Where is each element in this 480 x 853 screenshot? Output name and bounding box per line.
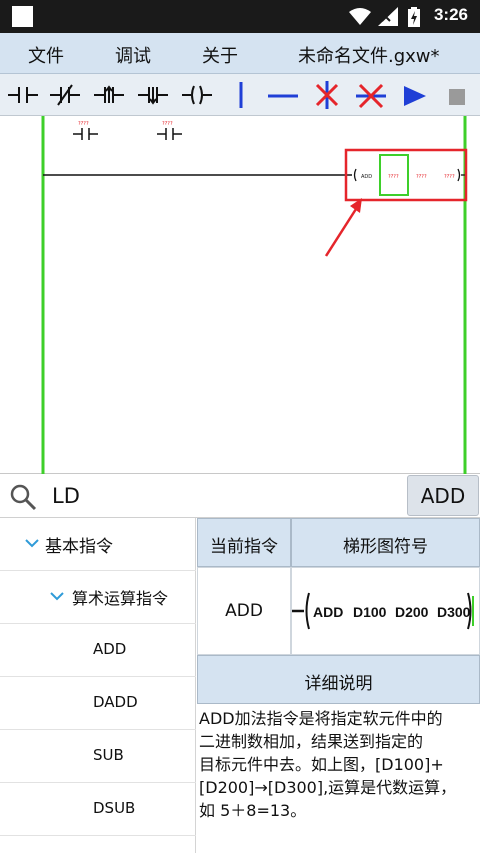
chevron-down-icon xyxy=(50,592,64,601)
operand-2: ???? xyxy=(416,174,427,180)
current-instruction-cell: ADD xyxy=(197,567,291,655)
instruction-name: ADD xyxy=(361,174,372,180)
tree-subcategory-arithmetic[interactable]: 算术运算指令 xyxy=(0,571,196,624)
description-line: 如 5＋8=13。 xyxy=(199,801,307,820)
ladder-symbol-cell: ADD D100 D200 D300 xyxy=(291,567,480,655)
tree-item-label: ADD xyxy=(93,640,127,658)
ladder-symbol-diagram: ADD D100 D200 D300 xyxy=(292,592,474,630)
description-line: [D200]→[D300],运算是代数运算， xyxy=(199,778,457,797)
normally-closed-contact-icon[interactable] xyxy=(48,79,82,111)
ladder-symbol-header: 梯形图符号 xyxy=(291,518,480,567)
tree-item-sub[interactable]: SUB xyxy=(0,730,196,783)
insert-instruction-button[interactable]: ADD xyxy=(407,475,479,516)
search-icon xyxy=(10,484,37,511)
delete-vertical-line-icon[interactable] xyxy=(310,79,344,111)
tree-item-dsub[interactable]: DSUB xyxy=(0,783,196,836)
delete-horizontal-line-icon[interactable] xyxy=(354,79,388,111)
ladder-canvas[interactable]: ???? ???? ADD ???? ???? ???? xyxy=(0,116,480,474)
toolbar xyxy=(0,74,480,116)
menu-bar: 文件 调试 关于 未命名文件.gxw* xyxy=(0,33,480,74)
tree-item-label: SUB xyxy=(93,746,124,764)
output-coil-icon[interactable] xyxy=(180,79,214,111)
operand-3: ???? xyxy=(444,174,455,180)
contact-2: ???? xyxy=(157,121,182,140)
notification-app-icon xyxy=(12,6,33,27)
tree-subcategory-label: 算术运算指令 xyxy=(72,589,169,608)
ladder-diagram: ???? ???? ADD ???? ???? ???? xyxy=(41,116,468,474)
current-instruction-header: 当前指令 xyxy=(197,518,291,567)
symbol-s1: D100 xyxy=(353,604,387,620)
rail-dots xyxy=(41,156,467,422)
chevron-down-icon xyxy=(25,539,39,548)
tree-item-dadd[interactable]: DADD xyxy=(0,677,196,730)
falling-edge-contact-icon[interactable] xyxy=(136,79,170,111)
symbol-op: ADD xyxy=(313,604,343,620)
search-row: ADD xyxy=(0,474,480,518)
instruction-tree: 基本指令 算术运算指令 ADD DADD SUB DSUB xyxy=(0,518,196,853)
horizontal-line-icon[interactable] xyxy=(266,79,300,111)
tree-category-basic[interactable]: 基本指令 xyxy=(0,518,196,571)
rising-edge-contact-icon[interactable] xyxy=(92,79,126,111)
description-header: 详细说明 xyxy=(197,655,480,704)
menu-debug[interactable]: 调试 xyxy=(115,42,151,68)
stop-icon[interactable] xyxy=(442,79,476,111)
contact-1-label: ???? xyxy=(78,121,89,127)
status-time: 3:26 xyxy=(433,5,468,24)
signal-icon xyxy=(378,7,398,26)
tree-category-label: 基本指令 xyxy=(45,537,113,557)
annotation-arrow xyxy=(324,198,362,257)
battery-icon xyxy=(408,7,420,27)
status-bar: 3:26 xyxy=(0,0,480,33)
tree-item-add[interactable]: ADD xyxy=(0,624,196,677)
menu-about[interactable]: 关于 xyxy=(202,42,238,68)
document-title: 未命名文件.gxw* xyxy=(298,46,440,67)
menu-file[interactable]: 文件 xyxy=(28,42,64,68)
tree-item-label: DSUB xyxy=(93,799,136,817)
vertical-line-icon[interactable] xyxy=(224,79,258,111)
wifi-icon xyxy=(349,8,371,25)
run-icon[interactable] xyxy=(398,79,432,111)
symbol-d: D300 xyxy=(437,604,471,620)
search-input[interactable] xyxy=(52,479,402,513)
normally-open-contact-icon[interactable] xyxy=(6,79,40,111)
description-line: 目标元件中去。如上图，[D100]+ xyxy=(199,755,444,774)
operand-1: ???? xyxy=(388,174,399,180)
current-instruction-value: ADD xyxy=(225,601,263,621)
instruction-detail-panel: 当前指令 梯形图符号 ADD ADD D100 D200 D300 详细说明 A… xyxy=(197,518,480,853)
tree-item-label: DADD xyxy=(93,693,138,711)
contact-1: ???? xyxy=(73,121,98,140)
contact-2-label: ???? xyxy=(162,121,173,127)
symbol-s2: D200 xyxy=(395,604,429,620)
description-line: ADD加法指令是将指定软元件中的 xyxy=(199,709,443,728)
description-text: ADD加法指令是将指定软元件中的 二进制数相加，结果送到指定的 目标元件中去。如… xyxy=(197,705,480,824)
description-line: 二进制数相加，结果送到指定的 xyxy=(199,732,424,751)
